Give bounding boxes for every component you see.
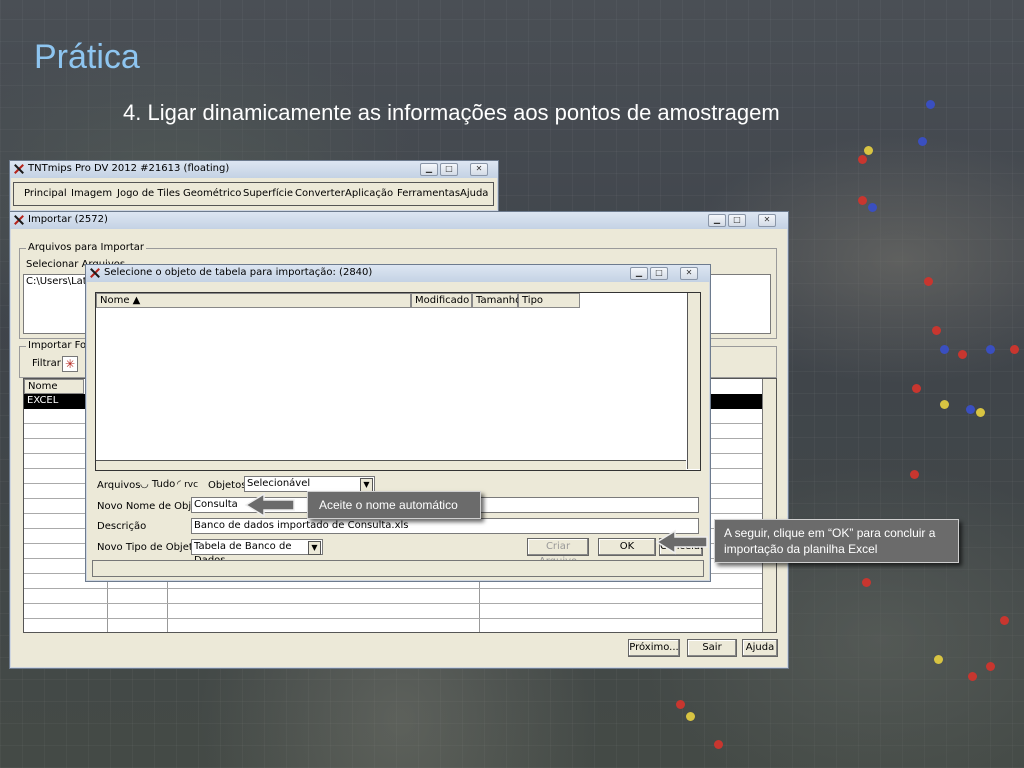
column-size[interactable]: Tamanho (472, 293, 521, 308)
help-button[interactable]: Ajuda (742, 639, 778, 657)
tntmips-logo-icon (89, 267, 100, 278)
map-point-red (968, 672, 977, 681)
map-point-yellow (940, 400, 949, 409)
arrow-left-icon (655, 529, 708, 555)
objects-select-value: Selecionável (247, 478, 311, 489)
menu-principal[interactable]: Principal (24, 188, 67, 199)
chevron-down-icon: ▼ (360, 478, 373, 492)
callout-accept-name: Aceite o nome automático (307, 491, 481, 519)
map-point-blue (918, 137, 927, 146)
exit-button[interactable]: Sair (687, 639, 737, 657)
import-window-titlebar[interactable]: Importar (2572) ▁ □ ✕ (10, 212, 788, 229)
radio-rvc[interactable]: ◜ rvc (177, 479, 198, 490)
maximize-icon[interactable]: □ (650, 267, 668, 280)
menu-imagem[interactable]: Imagem (71, 188, 112, 199)
radio-rvc-label: rvc (184, 480, 199, 490)
format-list-header: Nome (24, 379, 84, 394)
main-window: TNTmips Pro DV 2012 #21613 (floating) ▁ … (9, 160, 499, 212)
map-point-red (676, 700, 685, 709)
map-point-yellow (686, 712, 695, 721)
callout-ok-hint: A seguir, clique em “OK” para concluir a… (714, 519, 959, 563)
filter-label: Filtrar (32, 358, 61, 369)
callout-ok-hint-text: A seguir, clique em “OK” para concluir a… (724, 526, 936, 556)
map-point-red (910, 470, 919, 479)
tntmips-logo-icon (13, 214, 24, 225)
map-point-red (958, 350, 967, 359)
map-point-yellow (864, 146, 873, 155)
maximize-icon[interactable]: □ (728, 214, 746, 227)
tntmips-logo-icon (13, 163, 24, 174)
filter-icon[interactable]: ✳ (62, 356, 78, 372)
new-name-value: Consulta (194, 499, 238, 510)
map-point-red (912, 384, 921, 393)
map-point-red (986, 662, 995, 671)
map-point-red (714, 740, 723, 749)
map-point-blue (868, 203, 877, 212)
close-icon[interactable]: ✕ (758, 214, 776, 227)
table-dialog-title: Selecione o objeto de tabela para import… (104, 267, 373, 278)
minimize-icon[interactable]: ▁ (420, 163, 438, 176)
slide-title: Prática (34, 38, 140, 76)
column-type[interactable]: Tipo (518, 293, 580, 308)
description-value: Banco de dados importado de Consulta.xls (194, 520, 409, 531)
table-dialog-titlebar[interactable]: Selecione o objeto de tabela para import… (86, 265, 710, 282)
menu-ajuda[interactable]: Ajuda (460, 188, 488, 199)
map-point-red (858, 155, 867, 164)
files-to-import-label: Arquivos para Importar (26, 242, 146, 253)
map-point-red (932, 326, 941, 335)
main-window-titlebar[interactable]: TNTmips Pro DV 2012 #21613 (floating) ▁ … (10, 161, 498, 178)
maximize-icon[interactable]: □ (440, 163, 458, 176)
object-list-hscroll[interactable] (96, 460, 686, 470)
menu-jogo-de-tiles[interactable]: Jogo de Tiles (117, 188, 180, 199)
map-point-blue (966, 405, 975, 414)
chevron-down-icon: ▼ (308, 541, 321, 555)
map-point-blue (986, 345, 995, 354)
menu-converter[interactable]: Converter (295, 188, 345, 199)
column-modified[interactable]: Modificado (411, 293, 472, 308)
menu-geometrico[interactable]: Geométrico (183, 188, 241, 199)
map-point-red (858, 196, 867, 205)
objects-select[interactable]: Selecionável ▼ (244, 476, 375, 492)
import-window-title: Importar (2572) (28, 214, 108, 225)
radio-all-label: Tudo (151, 479, 176, 490)
objects-label: Objetos (208, 480, 247, 491)
object-list-vscroll[interactable] (687, 293, 700, 469)
main-window-title: TNTmips Pro DV 2012 #21613 (floating) (28, 163, 230, 174)
object-list[interactable]: Nome ▲ Modificado Tamanho Tipo (95, 292, 701, 471)
next-button[interactable]: Próximo... (628, 639, 680, 657)
close-icon[interactable]: ✕ (680, 267, 698, 280)
format-list-scrollbar[interactable] (762, 379, 776, 632)
map-point-yellow (934, 655, 943, 664)
column-name[interactable]: Nome ▲ (96, 293, 411, 308)
new-type-label: Novo Tipo de Objeto (97, 542, 199, 553)
slide-subtitle: 4. Ligar dinamicamente as informações ao… (123, 100, 780, 125)
callout-accept-name-text: Aceite o nome automático (319, 498, 458, 512)
description-field[interactable]: Banco de dados importado de Consulta.xls (191, 518, 699, 534)
map-point-blue (940, 345, 949, 354)
map-point-red (1010, 345, 1019, 354)
minimize-icon[interactable]: ▁ (630, 267, 648, 280)
close-icon[interactable]: ✕ (470, 163, 488, 176)
menu-aplicacao[interactable]: Aplicação (345, 188, 393, 199)
menu-ferramentas[interactable]: Ferramentas (397, 188, 460, 199)
table-select-dialog: Selecione o objeto de tabela para import… (85, 264, 711, 582)
format-list-selected-label: EXCEL (27, 395, 59, 406)
main-menu-bar: Principal Imagem Jogo de Tiles Geométric… (13, 182, 494, 206)
map-point-red (924, 277, 933, 286)
map-point-yellow (976, 408, 985, 417)
map-point-red (1000, 616, 1009, 625)
create-file-button[interactable]: Criar Arquivo (527, 538, 589, 567)
minimize-icon[interactable]: ▁ (708, 214, 726, 227)
dialog-status-bar (92, 560, 704, 577)
menu-superficie[interactable]: Superfície (243, 188, 293, 199)
new-type-select[interactable]: Tabela de Banco de Dados ▼ (191, 539, 323, 566)
map-point-red (862, 578, 871, 587)
description-label: Descrição (97, 521, 147, 532)
map-point-blue (926, 100, 935, 109)
radio-all[interactable]: ◡ Tudo (140, 479, 175, 490)
ok-button[interactable]: OK (598, 538, 656, 556)
arrow-left-icon (244, 492, 295, 518)
files-label: Arquivos (97, 480, 141, 491)
